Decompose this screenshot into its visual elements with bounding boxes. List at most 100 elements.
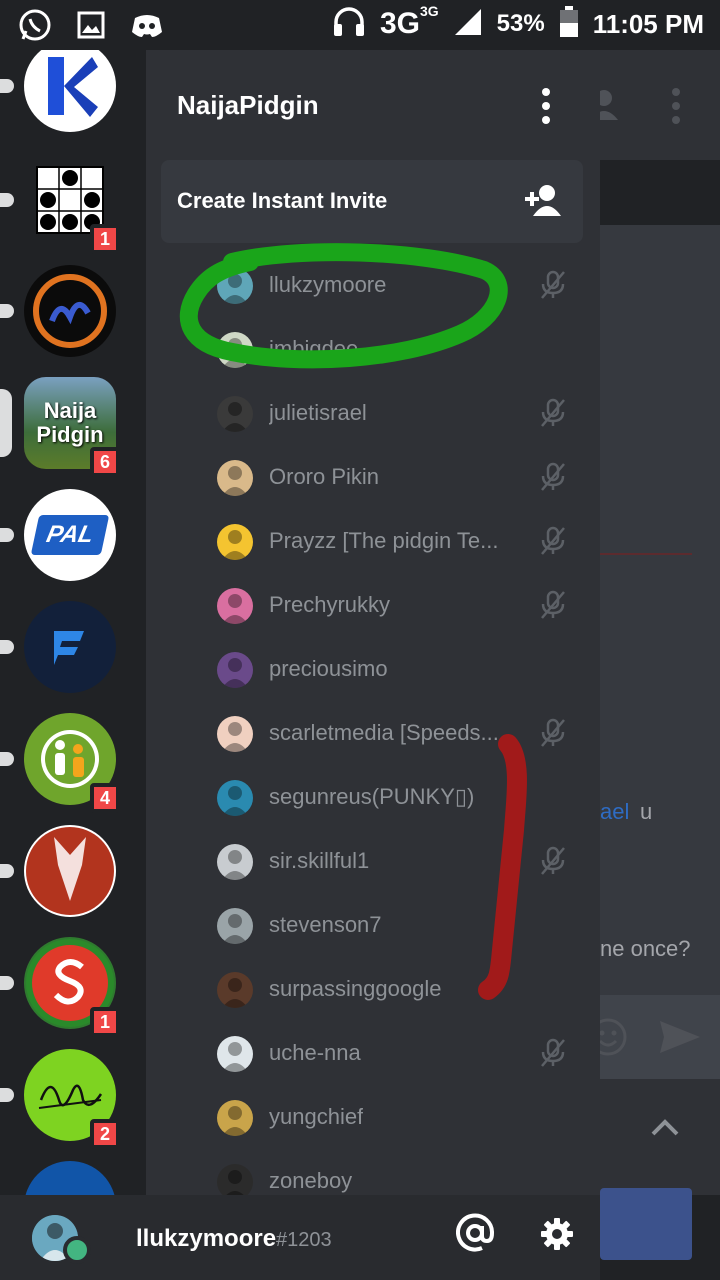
server-rise-together-icon	[24, 825, 116, 917]
member-avatar	[217, 460, 253, 496]
chat-text-fragment: ne once?	[600, 936, 691, 961]
unread-indicator	[0, 528, 14, 542]
chat-menu-icon[interactable]	[672, 88, 680, 124]
member-row[interactable]: stevenson7	[146, 894, 600, 958]
member-avatar	[217, 780, 253, 816]
settings-icon[interactable]	[540, 1217, 574, 1255]
member-name: yungchief	[269, 1104, 364, 1129]
member-row[interactable]: Ororo Pikin	[146, 446, 600, 510]
chevron-up-icon[interactable]	[650, 1117, 680, 1137]
server-label: PAL	[44, 521, 97, 548]
create-invite-button[interactable]: Create Instant Invite	[161, 160, 583, 243]
member-name: zoneboy	[269, 1168, 353, 1193]
server-label: Pidgin	[36, 422, 104, 447]
create-invite-label: Create Instant Invite	[177, 188, 388, 213]
gallery-icon	[74, 8, 108, 42]
member-name: Prayzz [The pidgin Te...	[269, 528, 499, 553]
member-avatar	[217, 268, 253, 304]
chat-banner	[600, 160, 720, 225]
member-avatar	[217, 332, 253, 368]
battery-percent: 53%	[496, 10, 545, 37]
member-row[interactable]: imbigdee	[146, 318, 600, 382]
server-k[interactable]	[0, 40, 116, 132]
whatsapp-icon	[18, 8, 52, 42]
mention-badge: 4	[90, 783, 120, 813]
username: llukzymoore#1203	[136, 1225, 332, 1252]
server-signature[interactable]: 2	[0, 1049, 120, 1149]
mic-muted-icon	[539, 462, 567, 492]
user-bar: llukzymoore#1203	[0, 1195, 600, 1280]
member-row[interactable]: Prechyrukky	[146, 574, 600, 638]
member-avatar	[217, 844, 253, 880]
emoji-icon[interactable]	[600, 1017, 628, 1057]
message-input[interactable]	[600, 995, 720, 1079]
member-name: preciousimo	[269, 656, 388, 681]
member-row[interactable]: Prayzz [The pidgin Te...	[146, 510, 600, 574]
clock: 11:05 PM	[592, 8, 704, 39]
member-name: Ororo Pikin	[269, 464, 380, 489]
server-minnow-icon	[24, 265, 116, 357]
member-row[interactable]: zoneboy	[146, 1150, 600, 1195]
unread-indicator	[0, 1088, 14, 1102]
server-rail: 1 Naija Pidgin 6 PAL 4 1 2	[0, 0, 146, 1195]
server-blue[interactable]	[24, 1161, 116, 1195]
member-row[interactable]: uche-nna	[146, 1022, 600, 1086]
unread-indicator	[0, 193, 14, 207]
add-user-icon	[523, 184, 561, 220]
member-row[interactable]: julietisrael	[146, 382, 600, 446]
chat-toolbar	[600, 1079, 720, 1195]
signal-icon	[453, 7, 483, 41]
unread-indicator	[0, 864, 14, 878]
member-avatar	[217, 1100, 253, 1136]
guild-name: NaijaPidgin	[177, 90, 319, 120]
member-name: scarletmedia [Speeds...	[269, 720, 499, 745]
member-avatar	[217, 908, 253, 944]
battery-icon	[559, 6, 579, 42]
member-row[interactable]: scarletmedia [Speeds...	[146, 702, 600, 766]
guild-header[interactable]: NaijaPidgin	[146, 50, 600, 160]
member-name: llukzymoore	[269, 272, 387, 297]
unread-indicator	[0, 304, 14, 318]
chat-send-area[interactable]	[600, 1188, 692, 1260]
member-row[interactable]: surpassinggoogle	[146, 958, 600, 1022]
unread-indicator	[0, 752, 14, 766]
member-avatar	[217, 972, 253, 1008]
server-p-icon	[24, 601, 116, 693]
mention-badge: 2	[90, 1119, 120, 1149]
member-row[interactable]: segunreus(PUNKY▯)	[146, 766, 600, 830]
server-s[interactable]: 1	[0, 937, 120, 1037]
server-pal[interactable]: PAL	[0, 489, 116, 581]
members-icon[interactable]	[600, 86, 620, 122]
member-row[interactable]: sir.skillful1	[146, 830, 600, 894]
member-name: imbigdee	[269, 336, 359, 361]
server-minnow-powered[interactable]	[0, 265, 116, 357]
new-messages-divider	[600, 553, 692, 555]
member-avatar	[217, 524, 253, 560]
member-name: sir.skillful1	[269, 848, 370, 873]
send-icon[interactable]	[658, 1019, 702, 1055]
member-row[interactable]: yungchief	[146, 1086, 600, 1150]
server-pal-icon: PAL	[24, 489, 116, 581]
server-naija-pidgin[interactable]: Naija Pidgin 6	[0, 377, 120, 477]
member-row[interactable]: preciousimo	[146, 638, 600, 702]
member-name: Prechyrukky	[269, 592, 391, 617]
chat-mention-fragment: ael	[600, 799, 630, 824]
server-people[interactable]: 4	[0, 713, 120, 813]
guild-menu-icon[interactable]	[536, 88, 556, 124]
headset-icon	[332, 6, 366, 42]
member-avatar	[217, 652, 253, 688]
server-rise-together[interactable]	[0, 825, 116, 917]
server-label: Naija	[43, 398, 97, 423]
member-name: julietisrael	[269, 400, 367, 425]
server-dots[interactable]: 1	[0, 154, 120, 254]
mention-badge: 1	[90, 1007, 120, 1037]
mic-muted-icon	[539, 1038, 567, 1068]
mic-muted-icon	[539, 526, 567, 556]
online-status-dot	[63, 1236, 91, 1264]
network-type: 3G3G	[379, 3, 439, 40]
server-p[interactable]	[0, 601, 116, 693]
member-avatar	[217, 1164, 253, 1195]
mentions-icon[interactable]	[456, 1213, 495, 1257]
member-row[interactable]: llukzymoore	[146, 254, 600, 318]
mic-muted-icon	[539, 718, 567, 748]
